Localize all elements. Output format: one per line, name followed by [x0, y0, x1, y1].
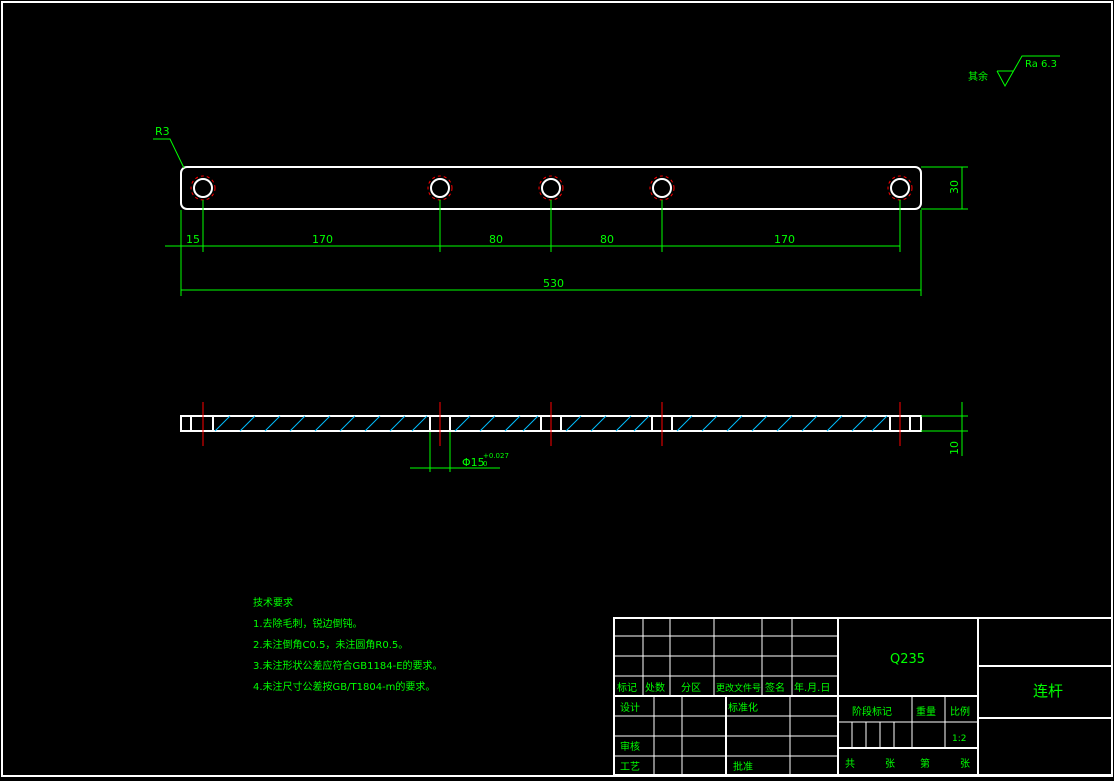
drawing-border	[1, 1, 1113, 777]
scale-value: 1:2	[952, 734, 966, 744]
roughness-prefix: 其余	[968, 70, 988, 83]
process-label: 工艺	[620, 761, 640, 773]
design-label: 设计	[620, 701, 640, 714]
roughness-symbol: 其余 Ra 6.3	[968, 55, 1060, 88]
dim-width: 30	[948, 180, 961, 194]
part-name: 连杆	[1033, 682, 1063, 700]
hdr-mark: 标记	[617, 682, 637, 694]
tech-requirements: 技术要求 1.去除毛刺，锐边倒钝。 2.未注倒角C0.5，未注圆角R0.5。 3…	[253, 596, 443, 693]
dim-hole-tol-upper: +0.027	[483, 452, 509, 460]
tech-item-1: 1.去除毛刺，锐边倒钝。	[253, 617, 363, 630]
hole-4	[649, 175, 675, 201]
dim-80-a: 80	[489, 233, 503, 246]
tech-title: 技术要求	[253, 596, 293, 609]
hole-3	[538, 175, 564, 201]
cad-drawing: 其余 Ra 6.3 R3 15 170 80 80 170 530 30 10 …	[1, 1, 1113, 777]
top-view: R3 15 170 80 80 170 530 30	[153, 125, 968, 296]
front-view: 10 Φ15 +0.027 0	[180, 402, 968, 472]
dim-15: 15	[186, 233, 200, 246]
hdr-zone: 分区	[681, 682, 701, 694]
holes	[190, 175, 913, 201]
hdr-count: 处数	[645, 681, 665, 694]
weight-label: 重量	[916, 705, 936, 718]
tech-item-3: 3.未注形状公差应符合GB1184-E的要求。	[253, 659, 443, 672]
material: Q235	[890, 652, 925, 667]
approve-label: 批准	[733, 760, 753, 773]
dim-170-a: 170	[312, 233, 333, 246]
standardize-label: 标准化	[728, 701, 758, 714]
hdr-doc: 更改文件号	[716, 682, 761, 694]
tech-item-2: 2.未注倒角C0.5，未注圆角R0.5。	[253, 638, 408, 651]
sheet-unit2: 张	[960, 758, 970, 770]
hole-1	[190, 175, 216, 201]
roughness-value: Ra 6.3	[1025, 59, 1057, 70]
hole-5	[887, 175, 913, 201]
dim-170-b: 170	[774, 233, 795, 246]
tech-item-4: 4.未注尺寸公差按GB/T1804-m的要求。	[253, 680, 435, 693]
fillet-label: R3	[155, 125, 170, 138]
dim-overall: 530	[543, 277, 564, 290]
hdr-date: 年.月.日	[794, 681, 830, 694]
sheets-total: 共	[845, 758, 855, 770]
sheet-no: 第	[920, 757, 930, 770]
scale-label: 比例	[950, 705, 970, 718]
sheet-unit: 张	[885, 758, 895, 770]
dim-thickness: 10	[948, 441, 961, 455]
dim-hole-dia: Φ15	[462, 456, 485, 469]
hdr-sign: 签名	[765, 681, 785, 694]
title-block-text: Q235 连杆 标记 处数 分区 更改文件号 签名 年.月.日 设计 标准化 审…	[617, 652, 1063, 773]
stage-mark-label: 阶段标记	[852, 705, 892, 718]
dim-hole-tol-lower: 0	[483, 460, 487, 468]
hole-2	[427, 175, 453, 201]
dim-80-b: 80	[600, 233, 614, 246]
review-label: 审核	[620, 740, 640, 753]
